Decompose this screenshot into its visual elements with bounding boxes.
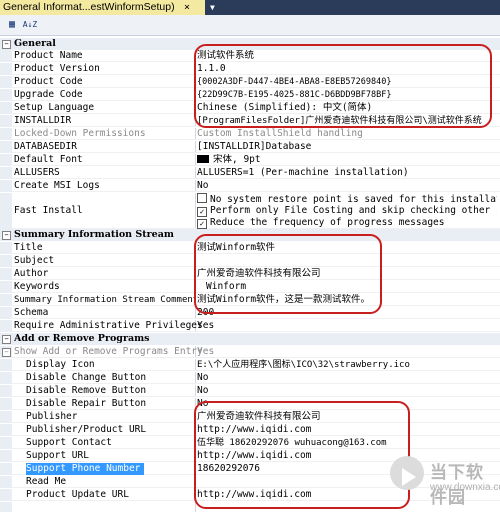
fast-install-option[interactable]: ✓ Perform only File Costing and skip chec… <box>197 205 497 217</box>
alphabetical-sort-icon[interactable]: A↓Z <box>22 18 38 32</box>
property-name: Product Code <box>14 76 83 87</box>
property-row[interactable]: − Show Add or Remove Programs Entry Yes <box>0 346 500 358</box>
property-row[interactable]: Disable Change Button No <box>0 372 500 384</box>
property-value: Custom InstallShield handling <box>197 128 363 139</box>
property-value[interactable]: ALLUSERS=1 (Per-machine installation) <box>197 167 497 179</box>
play-icon <box>390 456 424 490</box>
tab-dropdown-icon[interactable]: ▼ <box>210 1 220 14</box>
font-color-swatch <box>197 155 209 163</box>
property-name: Locked-Down Permissions <box>14 128 146 139</box>
property-value[interactable]: No <box>197 180 497 192</box>
property-value[interactable]: No <box>197 385 497 397</box>
property-name: Disable Change Button <box>26 372 147 383</box>
watermark-logo: 当下软件园 www.downxia.com <box>390 452 500 507</box>
property-row[interactable]: Display Icon E:\个人应用程序\图标\ICO\32\strawbe… <box>0 359 500 371</box>
property-row[interactable]: Default Font 宋体, 9pt <box>0 154 500 166</box>
property-name: Support URL <box>26 450 89 461</box>
property-name: Fast Install <box>14 205 83 216</box>
property-name: Schema <box>14 307 49 318</box>
property-name: Product Name <box>14 50 83 61</box>
property-name: Require Administrative Privileges <box>14 320 203 331</box>
property-name: Product Version <box>14 63 100 74</box>
checkbox-checked[interactable]: ✓ <box>197 207 207 217</box>
property-row[interactable]: Require Administrative Privileges Yes <box>0 320 500 332</box>
property-name: Disable Remove Button <box>26 385 147 396</box>
property-name: Read Me <box>26 476 67 487</box>
section-add-remove-programs[interactable]: − Add or Remove Programs <box>0 333 500 345</box>
property-name: Publisher/Product URL <box>26 424 147 435</box>
property-value[interactable]: [INSTALLDIR]Database <box>197 141 497 153</box>
property-row[interactable]: DATABASEDIR [INSTALLDIR]Database <box>0 141 500 153</box>
property-value[interactable]: Yes <box>197 320 497 332</box>
property-name: Summary Information Stream Comments <box>14 295 196 305</box>
fast-install-option[interactable]: No system restore point is saved for thi… <box>197 193 497 205</box>
property-name: Subject <box>14 255 55 266</box>
collapse-icon[interactable]: − <box>2 40 11 49</box>
annotation-outline <box>194 234 382 314</box>
property-value: Yes <box>197 346 215 357</box>
section-label: Summary Information Stream <box>14 229 174 240</box>
property-name: Show Add or Remove Programs Entry <box>14 346 203 357</box>
property-name: INSTALLDIR <box>14 115 72 126</box>
property-row[interactable]: ALLUSERS ALLUSERS=1 (Per-machine install… <box>0 167 500 179</box>
collapse-icon[interactable]: − <box>2 335 11 344</box>
property-name: Disable Repair Button <box>26 398 147 409</box>
close-icon[interactable]: × <box>180 0 194 15</box>
categorized-view-icon[interactable]: ▦ <box>4 18 20 32</box>
property-name: Product Update URL <box>26 489 129 500</box>
property-name: Author <box>14 268 49 279</box>
property-name: Support Phone Number <box>26 463 145 475</box>
property-name: Support Contact <box>26 437 112 448</box>
property-value[interactable]: No <box>197 372 497 384</box>
checkbox[interactable] <box>197 193 207 203</box>
annotation-outline <box>194 401 410 509</box>
collapse-icon[interactable]: − <box>2 231 11 240</box>
property-name: Title <box>14 242 43 253</box>
property-row[interactable]: Create MSI Logs No <box>0 180 500 192</box>
property-name: Keywords <box>14 281 60 292</box>
property-name: Display Icon <box>26 359 95 370</box>
property-name: Default Font <box>14 154 83 165</box>
property-name: DATABASEDIR <box>14 141 77 152</box>
document-tab-bar: General Informat...estWinformSetup) × ▼ <box>0 0 500 15</box>
tab-title: General Informat...estWinformSetup) <box>3 1 175 13</box>
property-value[interactable]: E:\个人应用程序\图标\ICO\32\strawberry.ico <box>197 359 497 371</box>
annotation-outline <box>194 44 492 128</box>
property-row[interactable]: Disable Remove Button No <box>0 385 500 397</box>
font-value: 宋体, 9pt <box>213 154 261 165</box>
watermark-url: www.downxia.com <box>430 482 500 493</box>
collapse-icon[interactable]: − <box>2 348 11 357</box>
section-label: General <box>14 38 56 49</box>
document-tab[interactable]: General Informat...estWinformSetup) <box>0 0 205 15</box>
checkbox-checked[interactable]: ✓ <box>197 219 207 229</box>
property-row[interactable]: Locked-Down Permissions Custom InstallSh… <box>0 128 500 140</box>
fast-install-option[interactable]: ✓ Reduce the frequency of progress messag… <box>197 217 497 229</box>
property-name: Setup Language <box>14 102 95 113</box>
property-name: Upgrade Code <box>14 89 83 100</box>
property-value[interactable]: 宋体, 9pt <box>197 154 497 166</box>
property-name: ALLUSERS <box>14 167 60 178</box>
property-grid-toolbar: ▦ A↓Z <box>0 15 500 36</box>
section-label: Add or Remove Programs <box>14 333 150 344</box>
property-row-fast-install[interactable]: Fast Install No system restore point is … <box>0 193 500 229</box>
property-name: Create MSI Logs <box>14 180 100 191</box>
property-name: Publisher <box>26 411 78 422</box>
